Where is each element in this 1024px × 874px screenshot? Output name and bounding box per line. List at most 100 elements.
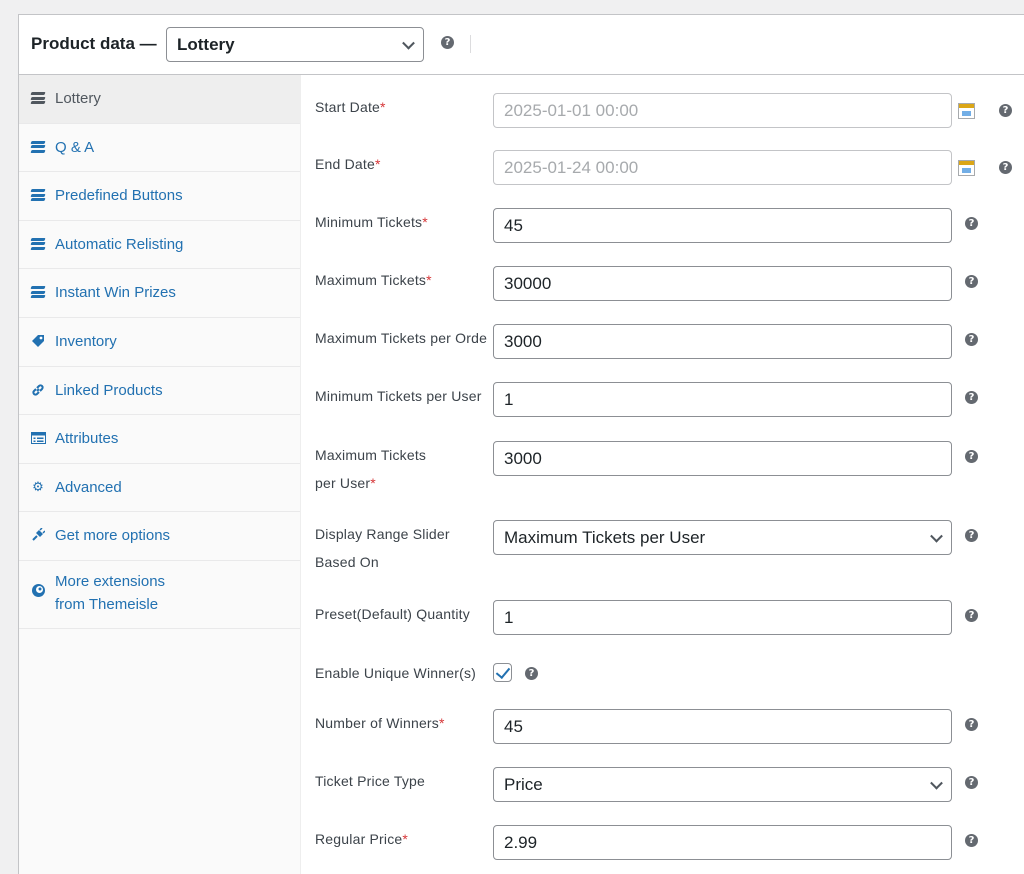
plugin-icon — [30, 527, 46, 543]
lottery-icon — [30, 187, 46, 203]
start-date-row: Start Date* 2025-01-01 00:00 ? — [301, 93, 1012, 129]
start-date-input[interactable]: 2025-01-01 00:00 — [493, 93, 952, 128]
help-icon[interactable]: ? — [965, 718, 978, 731]
tab-label: Automatic Relisting — [55, 235, 184, 253]
end-date-input[interactable]: 2025-01-24 00:00 — [493, 150, 952, 185]
regular-price-row: Regular Price* 2.99 ? — [301, 825, 1001, 861]
lottery-icon — [30, 284, 46, 300]
help-icon[interactable]: ? — [525, 667, 538, 680]
list-icon — [30, 430, 46, 446]
ticket-price-type-select[interactable]: Price — [493, 767, 952, 802]
max-tickets-per-order-row: Maximum Tickets per Orde 3000 ? — [301, 324, 1001, 360]
help-icon[interactable]: ? — [965, 217, 978, 230]
field-label: Number of Winners* — [315, 715, 445, 731]
unique-winners-checkbox[interactable] — [493, 663, 512, 682]
max-tickets-input[interactable]: 30000 — [493, 266, 952, 301]
field-label: Maximum Tickets* — [315, 272, 432, 288]
help-icon[interactable]: ? — [965, 391, 978, 404]
tab-inventory[interactable]: Inventory — [19, 318, 300, 367]
field-label: Minimum Tickets per User — [315, 388, 482, 404]
tab-instant-win-prizes[interactable]: Instant Win Prizes — [19, 269, 300, 318]
calendar-icon[interactable] — [958, 103, 975, 119]
min-tickets-row: Minimum Tickets* 45 ? — [301, 208, 1001, 244]
max-tickets-row: Maximum Tickets* 30000 ? — [301, 266, 1001, 302]
min-tickets-per-user-input[interactable]: 1 — [493, 382, 952, 417]
range-slider-row: Display Range Slider Based On Maximum Ti… — [301, 520, 1001, 580]
unique-winners-row: Enable Unique Winner(s) ? — [301, 659, 1001, 687]
help-icon[interactable]: ? — [965, 834, 978, 847]
tab-q-and-a[interactable]: Q & A — [19, 124, 300, 173]
field-label: Start Date* — [315, 99, 386, 115]
tab-advanced[interactable]: ⚙ Advanced — [19, 464, 300, 513]
lottery-icon — [30, 236, 46, 252]
link-icon — [30, 382, 46, 398]
product-data-title: Product data — — [31, 34, 157, 53]
ticket-price-type-value: Price — [504, 775, 543, 794]
tab-label: Instant Win Prizes — [55, 284, 176, 302]
field-label: Regular Price* — [315, 831, 409, 847]
tab-get-more-options[interactable]: Get more options — [19, 512, 300, 561]
header-divider — [470, 35, 471, 53]
min-tickets-input[interactable]: 45 — [493, 208, 952, 243]
chevron-down-icon — [930, 529, 943, 543]
help-icon[interactable]: ? — [999, 104, 1012, 117]
field-label: Minimum Tickets* — [315, 214, 428, 230]
tab-label: Predefined Buttons — [55, 187, 183, 205]
product-type-select[interactable]: Lottery — [166, 27, 424, 62]
range-slider-select[interactable]: Maximum Tickets per User — [493, 520, 952, 555]
tab-label-line: from Themeisle — [55, 595, 159, 613]
end-date-row: End Date* 2025-01-24 00:00 ? — [301, 150, 1012, 186]
product-data-header: Product data — Lottery ? — [19, 15, 1024, 75]
max-tickets-per-user-input[interactable]: 3000 — [493, 441, 952, 476]
product-data-panel: Product data — Lottery ? Lottery Q & A P… — [18, 14, 1024, 874]
gear-icon: ⚙ — [32, 478, 44, 494]
help-icon[interactable]: ? — [965, 529, 978, 542]
tab-label: Linked Products — [55, 381, 163, 399]
lottery-settings-form: Start Date* 2025-01-01 00:00 ? End Date*… — [301, 75, 1024, 874]
range-slider-value: Maximum Tickets per User — [504, 528, 706, 547]
tab-more-extensions[interactable]: More extensions from Themeisle — [19, 561, 300, 629]
calendar-icon[interactable] — [958, 160, 975, 176]
preset-quantity-row: Preset(Default) Quantity 1 ? — [301, 600, 1001, 636]
max-tickets-per-order-input[interactable]: 3000 — [493, 324, 952, 359]
help-icon[interactable]: ? — [965, 333, 978, 346]
max-tickets-per-user-row: Maximum Tickets per User* 3000 ? — [301, 441, 1001, 501]
tab-automatic-relisting[interactable]: Automatic Relisting — [19, 221, 300, 270]
tab-lottery[interactable]: Lottery — [19, 75, 300, 124]
help-icon[interactable]: ? — [441, 36, 454, 49]
themeisle-icon — [30, 583, 46, 599]
tab-label: Attributes — [55, 430, 119, 448]
tab-label: More extensions from Themeisle — [55, 570, 165, 616]
tab-label: Q & A — [55, 138, 95, 156]
help-icon[interactable]: ? — [999, 161, 1012, 174]
tab-predefined-buttons[interactable]: Predefined Buttons — [19, 172, 300, 221]
chevron-down-icon — [402, 36, 415, 50]
lottery-icon — [30, 90, 46, 106]
min-tickets-per-user-row: Minimum Tickets per User 1 ? — [301, 382, 1001, 418]
preset-quantity-input[interactable]: 1 — [493, 600, 952, 635]
tab-label: Get more options — [55, 527, 171, 545]
help-icon[interactable]: ? — [965, 450, 978, 463]
tab-label-line: More extensions — [55, 572, 166, 590]
tab-linked-products[interactable]: Linked Products — [19, 367, 300, 416]
tab-label: Advanced — [55, 478, 122, 496]
ticket-price-type-row: Ticket Price Type Price ? — [301, 767, 1001, 803]
field-label: Enable Unique Winner(s) — [315, 665, 477, 681]
field-label: Display Range Slider Based On — [315, 526, 450, 570]
help-icon[interactable]: ? — [965, 275, 978, 288]
field-label: End Date* — [315, 156, 381, 172]
tag-icon — [30, 333, 46, 349]
field-label: Maximum Tickets per User* — [315, 447, 427, 491]
num-winners-input[interactable]: 45 — [493, 709, 952, 744]
product-data-tabs: Lottery Q & A Predefined Buttons Automat… — [19, 75, 301, 874]
regular-price-input[interactable]: 2.99 — [493, 825, 952, 860]
tab-attributes[interactable]: Attributes — [19, 415, 300, 464]
product-type-value: Lottery — [177, 35, 235, 54]
tab-label: Inventory — [55, 332, 117, 350]
field-label: Maximum Tickets per Orde — [315, 330, 488, 346]
num-winners-row: Number of Winners* 45 ? — [301, 709, 1001, 745]
field-label: Ticket Price Type — [315, 773, 425, 789]
help-icon[interactable]: ? — [965, 776, 978, 789]
help-icon[interactable]: ? — [965, 609, 978, 622]
chevron-down-icon — [930, 776, 943, 790]
